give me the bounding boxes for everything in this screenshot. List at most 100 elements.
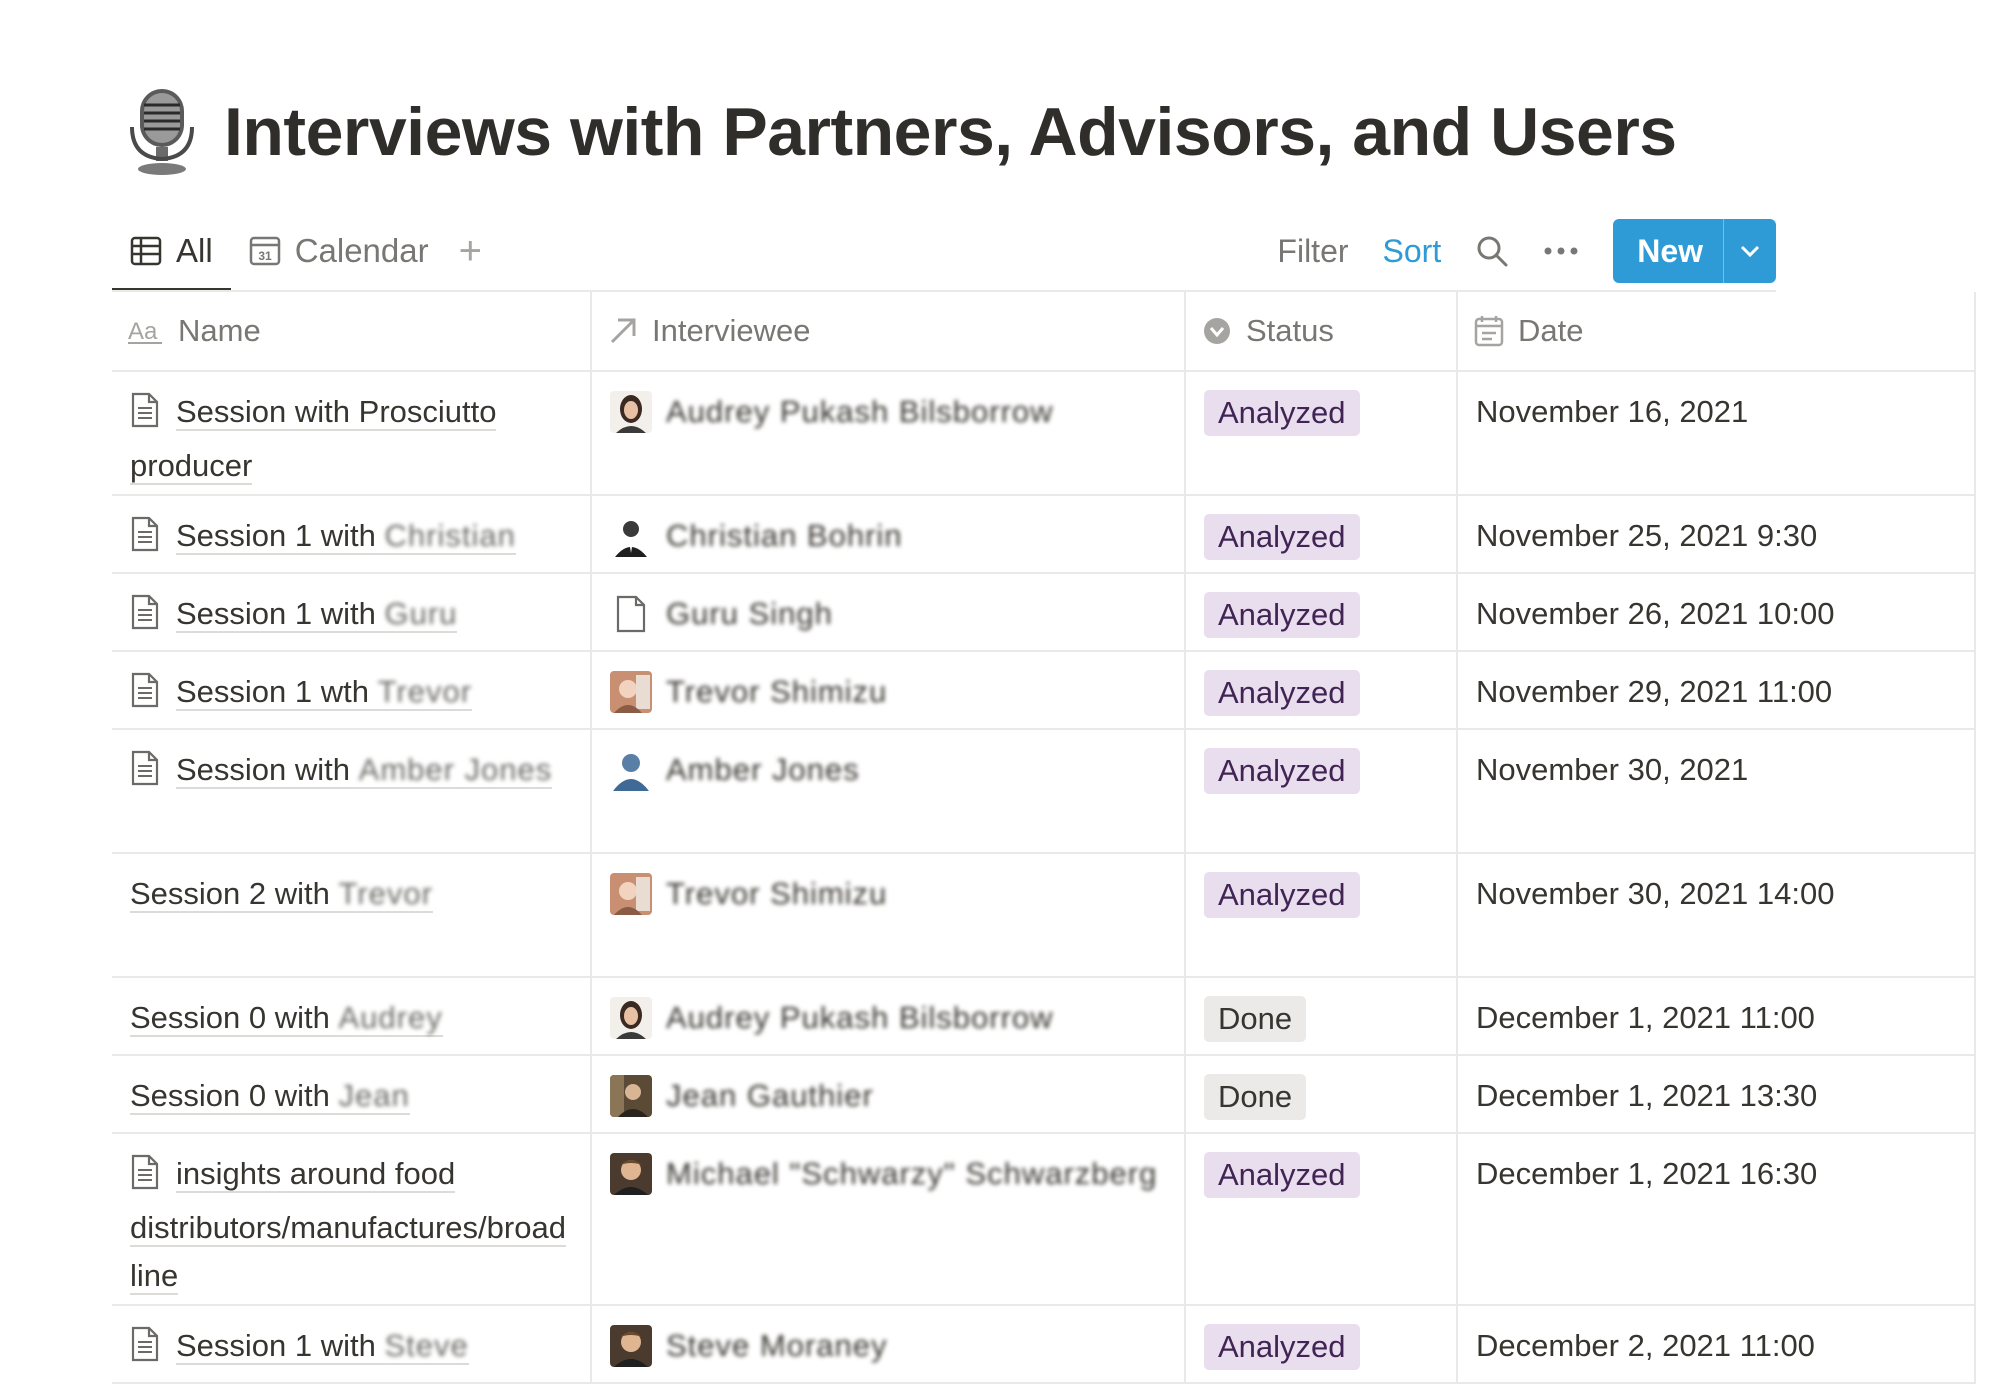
add-view-icon[interactable]: + xyxy=(459,231,482,271)
page-link[interactable]: Session 2 with Trevor xyxy=(130,870,576,918)
status-cell[interactable]: Analyzed xyxy=(1186,854,1458,976)
name-cell[interactable]: Session 1 wth Trevor xyxy=(112,652,592,728)
relation-chip[interactable]: Audrey Pukash Bilsborrow xyxy=(610,994,1170,1042)
new-button[interactable]: New xyxy=(1613,219,1776,283)
name-cell[interactable]: Session 0 with Jean xyxy=(112,1056,592,1132)
page-title: Interviews with Partners, Advisors, and … xyxy=(224,94,1677,170)
filter-button[interactable]: Filter xyxy=(1277,233,1348,270)
status-cell[interactable]: Analyzed xyxy=(1186,730,1458,852)
interviewee-cell[interactable]: Guru Singh xyxy=(592,574,1186,650)
table-row[interactable]: Session 1 with Guru Guru Singh Analyzed Nov… xyxy=(112,574,1976,652)
column-header-status[interactable]: Status xyxy=(1186,292,1458,370)
interviewee-cell[interactable]: Trevor Shimizu xyxy=(592,652,1186,728)
date-cell[interactable]: December 2, 2021 11:00 xyxy=(1458,1306,1976,1382)
table-row[interactable]: Session 0 with Audrey Audrey Pukash Bilsb… xyxy=(112,978,1976,1056)
relation-chip[interactable]: Trevor Shimizu xyxy=(610,870,1170,918)
status-cell[interactable]: Analyzed xyxy=(1186,1306,1458,1382)
page-link[interactable]: Session with Amber Jones xyxy=(130,746,576,800)
relation-chip[interactable]: Audrey Pukash Bilsborrow xyxy=(610,388,1170,436)
date-cell[interactable]: December 1, 2021 13:30 xyxy=(1458,1056,1976,1132)
interviewee-name: Steve Moraney xyxy=(666,1328,888,1363)
name-cell[interactable]: Session with Prosciutto producer xyxy=(112,372,592,494)
date-cell[interactable]: November 30, 2021 14:00 xyxy=(1458,854,1976,976)
relation-chip[interactable]: Steve Moraney xyxy=(610,1322,1170,1370)
relation-chip[interactable]: Amber Jones xyxy=(610,746,1170,794)
status-cell[interactable]: Analyzed xyxy=(1186,1134,1458,1304)
row-title: Session 1 with Christian xyxy=(176,518,516,555)
redacted-name: Amber Jones xyxy=(358,752,553,787)
page-link[interactable]: Session 0 with Jean xyxy=(130,1072,576,1120)
date-cell[interactable]: November 25, 2021 9:30 xyxy=(1458,496,1976,572)
search-icon[interactable] xyxy=(1475,234,1509,268)
toolbar-actions: Filter Sort New xyxy=(1277,212,1776,290)
interviewee-name: Christian Bohrin xyxy=(666,518,903,553)
avatar xyxy=(610,1075,652,1117)
more-options-icon[interactable] xyxy=(1543,246,1579,256)
table-row[interactable]: insights around food distributors/manufa… xyxy=(112,1134,1976,1306)
interviewee-cell[interactable]: Steve Moraney xyxy=(592,1306,1186,1382)
interviewee-cell[interactable]: Trevor Shimizu xyxy=(592,854,1186,976)
name-cell[interactable]: Session 1 with Christian xyxy=(112,496,592,572)
sort-button[interactable]: Sort xyxy=(1383,233,1442,270)
status-cell[interactable]: Analyzed xyxy=(1186,372,1458,494)
date-value: December 1, 2021 16:30 xyxy=(1476,1156,1818,1191)
relation-chip[interactable]: Christian Bohrin xyxy=(610,512,1170,560)
microphone-icon[interactable] xyxy=(126,87,198,177)
relation-chip[interactable]: Jean Gauthier xyxy=(610,1072,1170,1120)
page-link[interactable]: insights around food distributors/manufa… xyxy=(130,1150,576,1300)
page-link[interactable]: Session 1 wth Trevor xyxy=(130,668,576,722)
table-row[interactable]: Session with Prosciutto producer Audrey P… xyxy=(112,372,1976,496)
date-cell[interactable]: November 16, 2021 xyxy=(1458,372,1976,494)
name-cell[interactable]: Session 1 with Steve xyxy=(112,1306,592,1382)
svg-text:Aa: Aa xyxy=(128,318,158,345)
status-cell[interactable]: Analyzed xyxy=(1186,574,1458,650)
interviewee-cell[interactable]: Amber Jones xyxy=(592,730,1186,852)
table-row[interactable]: Session 0 with Jean Jean Gauthier Done Dece… xyxy=(112,1056,1976,1134)
name-cell[interactable]: Session 1 with Guru xyxy=(112,574,592,650)
relation-chip[interactable]: Trevor Shimizu xyxy=(610,668,1170,716)
status-cell[interactable]: Analyzed xyxy=(1186,652,1458,728)
date-cell[interactable]: December 1, 2021 16:30 xyxy=(1458,1134,1976,1304)
relation-chip[interactable]: Guru Singh xyxy=(610,590,1170,638)
column-header-name[interactable]: Aa Name xyxy=(112,292,592,370)
page-link[interactable]: Session 1 with Christian xyxy=(130,512,576,566)
interviewee-cell[interactable]: Christian Bohrin xyxy=(592,496,1186,572)
relation-chip[interactable]: Michael "Schwarzy" Schwarzberg xyxy=(610,1150,1170,1198)
date-cell[interactable]: November 26, 2021 10:00 xyxy=(1458,574,1976,650)
status-badge: Analyzed xyxy=(1204,592,1360,638)
status-badge: Analyzed xyxy=(1204,390,1360,436)
interviewee-cell[interactable]: Michael "Schwarzy" Schwarzberg xyxy=(592,1134,1186,1304)
table-row[interactable]: Session with Amber Jones Amber Jones Analy… xyxy=(112,730,1976,854)
tab-all[interactable]: All xyxy=(112,212,231,292)
interviewee-name: Trevor Shimizu xyxy=(666,876,888,911)
name-cell[interactable]: Session 0 with Audrey xyxy=(112,978,592,1054)
status-cell[interactable]: Analyzed xyxy=(1186,496,1458,572)
page-link[interactable]: Session 1 with Steve xyxy=(130,1322,576,1376)
date-cell[interactable]: November 29, 2021 11:00 xyxy=(1458,652,1976,728)
interviewee-cell[interactable]: Jean Gauthier xyxy=(592,1056,1186,1132)
status-cell[interactable]: Done xyxy=(1186,1056,1458,1132)
table-row[interactable]: Session 2 with Trevor Trevor Shimizu Analy… xyxy=(112,854,1976,978)
page-link[interactable]: Session 0 with Audrey xyxy=(130,994,576,1042)
row-title: Session 1 wth Trevor xyxy=(176,674,473,711)
column-header-interviewee[interactable]: Interviewee xyxy=(592,292,1186,370)
date-cell[interactable]: December 1, 2021 11:00 xyxy=(1458,978,1976,1054)
interviewee-cell[interactable]: Audrey Pukash Bilsborrow xyxy=(592,978,1186,1054)
new-button-label[interactable]: New xyxy=(1613,219,1723,283)
date-cell[interactable]: November 30, 2021 xyxy=(1458,730,1976,852)
name-cell[interactable]: Session with Amber Jones xyxy=(112,730,592,852)
table-row[interactable]: Session 1 with Steve Steve Moraney Analyze… xyxy=(112,1306,1976,1384)
name-cell[interactable]: insights around food distributors/manufa… xyxy=(112,1134,592,1304)
avatar xyxy=(610,997,652,1039)
chevron-down-icon[interactable] xyxy=(1723,219,1776,283)
interviewee-cell[interactable]: Audrey Pukash Bilsborrow xyxy=(592,372,1186,494)
table-row[interactable]: Session 1 with Christian Christian Bohrin… xyxy=(112,496,1976,574)
tab-calendar[interactable]: 31 Calendar xyxy=(231,212,447,290)
column-header-date[interactable]: Date xyxy=(1458,292,1976,370)
name-cell[interactable]: Session 2 with Trevor xyxy=(112,854,592,976)
avatar xyxy=(610,873,652,915)
status-cell[interactable]: Done xyxy=(1186,978,1458,1054)
table-row[interactable]: Session 1 wth Trevor Trevor Shimizu Analyz… xyxy=(112,652,1976,730)
page-link[interactable]: Session 1 with Guru xyxy=(130,590,576,644)
page-link[interactable]: Session with Prosciutto producer xyxy=(130,388,576,490)
